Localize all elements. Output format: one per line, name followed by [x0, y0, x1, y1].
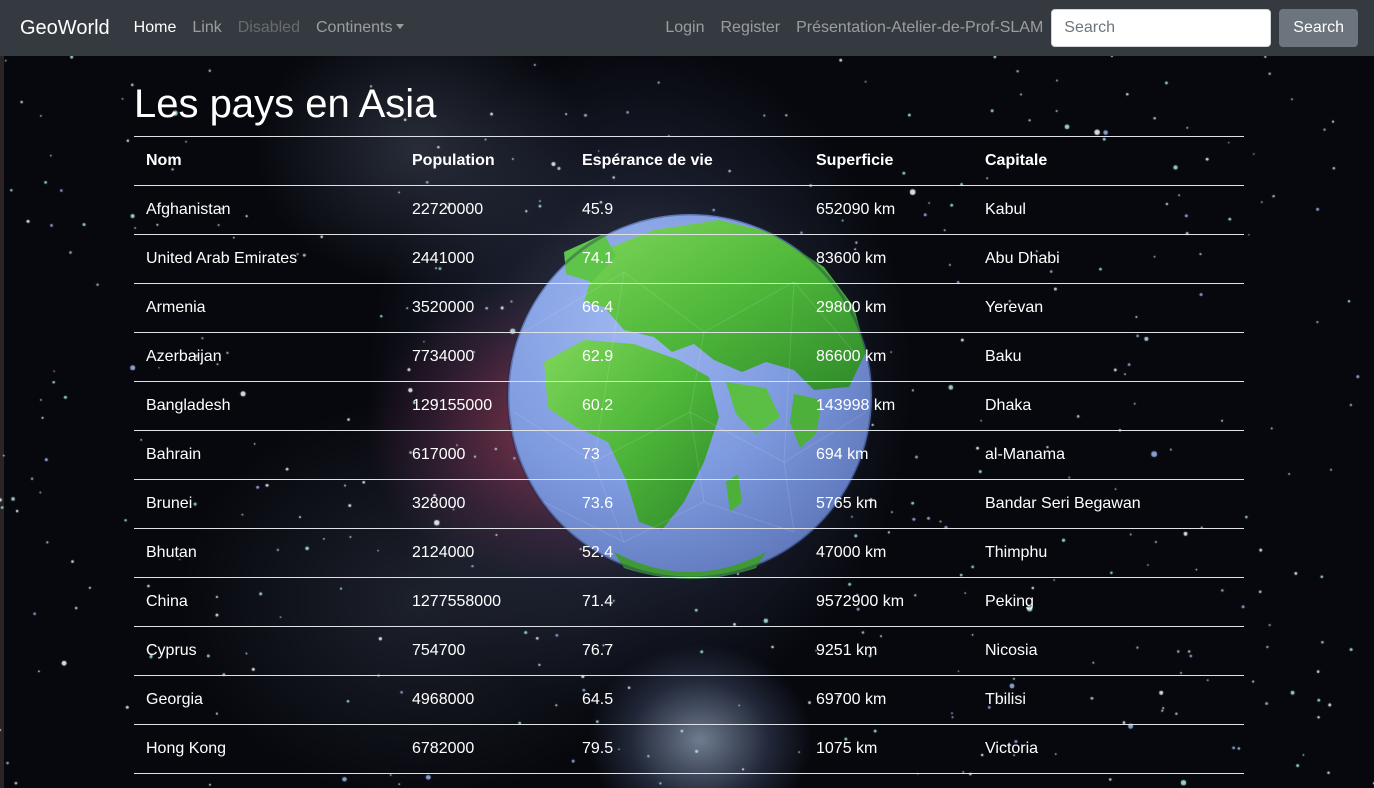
cell-capital: al-Manama — [973, 430, 1244, 480]
cell-name: Armenia — [134, 283, 400, 333]
main-content: Les pays en Asia Nom Population Espéranc… — [134, 56, 1244, 774]
cell-name: Hong Kong — [134, 724, 400, 774]
table-row: Georgia 4968000 64.5 69700 km Tbilisi — [134, 675, 1244, 725]
cell-life-expectancy: 73.6 — [570, 479, 804, 529]
table-row: Armenia 3520000 66.4 29800 km Yerevan — [134, 283, 1244, 333]
cell-capital: Victoria — [973, 724, 1244, 774]
cell-life-expectancy: 76.7 — [570, 626, 804, 676]
cell-life-expectancy: 52.4 — [570, 528, 804, 578]
nav-home[interactable]: Home — [134, 19, 177, 37]
table-row: Azerbaijan 7734000 62.9 86600 km Baku — [134, 332, 1244, 382]
cell-area: 86600 km — [804, 332, 973, 382]
search-button[interactable]: Search — [1279, 9, 1358, 47]
cell-population: 617000 — [400, 430, 570, 480]
table-row: Bahrain 617000 73 694 km al-Manama — [134, 430, 1244, 480]
cell-capital: Thimphu — [973, 528, 1244, 578]
cell-population: 3520000 — [400, 283, 570, 333]
table-body: Afghanistan 22720000 45.9 652090 km Kabul Uni… — [134, 185, 1244, 774]
cell-area: 83600 km — [804, 234, 973, 284]
cell-name: Azerbaijan — [134, 332, 400, 382]
cell-area: 29800 km — [804, 283, 973, 333]
table-header-row: Nom Population Espérance de vie Superfic… — [134, 136, 1244, 186]
cell-population: 4968000 — [400, 675, 570, 725]
cell-name: China — [134, 577, 400, 627]
nav-login[interactable]: Login — [665, 19, 704, 37]
search-input[interactable] — [1051, 9, 1272, 47]
cell-name: United Arab Emirates — [134, 234, 400, 284]
cell-name: Georgia — [134, 675, 400, 725]
cell-capital: Yerevan — [973, 283, 1244, 333]
page-title: Les pays en Asia — [134, 82, 437, 126]
cell-area: 5765 km — [804, 479, 973, 529]
table-row: Brunei 328000 73.6 5765 km Bandar Seri Begaw… — [134, 479, 1244, 529]
cell-capital: Bandar Seri Begawan — [973, 479, 1244, 529]
table-row: Bhutan 2124000 52.4 47000 km Thimphu — [134, 528, 1244, 578]
table-row: Cyprus 754700 76.7 9251 km Nicosia — [134, 626, 1244, 676]
cell-population: 6782000 — [400, 724, 570, 774]
cell-name: Bhutan — [134, 528, 400, 578]
cell-area: 1075 km — [804, 724, 973, 774]
cell-capital: Dhaka — [973, 381, 1244, 431]
cell-area: 47000 km — [804, 528, 973, 578]
cell-life-expectancy: 71.4 — [570, 577, 804, 627]
table-row: China 1277558000 71.4 9572900 km Peking — [134, 577, 1244, 627]
nav-continents-dropdown[interactable]: Continents — [316, 19, 405, 37]
cell-name: Bangladesh — [134, 381, 400, 431]
cell-name: Bahrain — [134, 430, 400, 480]
countries-table: Nom Population Espérance de vie Superfic… — [134, 136, 1244, 774]
cell-name: Brunei — [134, 479, 400, 529]
navbar: GeoWorld Home Link Disabled Continents L… — [0, 0, 1374, 56]
cell-capital: Baku — [973, 332, 1244, 382]
cell-capital: Peking — [973, 577, 1244, 627]
cell-life-expectancy: 45.9 — [570, 185, 804, 235]
cell-population: 754700 — [400, 626, 570, 676]
cell-area: 9251 km — [804, 626, 973, 676]
cell-area: 9572900 km — [804, 577, 973, 627]
cell-life-expectancy: 74.1 — [570, 234, 804, 284]
cell-area: 69700 km — [804, 675, 973, 725]
table-row: Afghanistan 22720000 45.9 652090 km Kabul — [134, 185, 1244, 235]
column-header-name: Nom — [134, 136, 400, 186]
cell-population: 328000 — [400, 479, 570, 529]
brand-logo[interactable]: GeoWorld — [20, 17, 110, 40]
cell-area: 694 km — [804, 430, 973, 480]
nav-disabled: Disabled — [237, 19, 300, 36]
table-row: United Arab Emirates 2441000 74.1 83600 km A… — [134, 234, 1244, 284]
cell-population: 7734000 — [400, 332, 570, 382]
table-row: Hong Kong 6782000 79.5 1075 km Victoria — [134, 724, 1244, 774]
cell-population: 1277558000 — [400, 577, 570, 627]
cell-life-expectancy: 73 — [570, 430, 804, 480]
cell-capital: Nicosia — [973, 626, 1244, 676]
cell-life-expectancy: 79.5 — [570, 724, 804, 774]
nav-register[interactable]: Register — [721, 19, 781, 37]
cell-population: 2441000 — [400, 234, 570, 284]
cell-population: 22720000 — [400, 185, 570, 235]
nav-presentation[interactable]: Présentation-Atelier-de-Prof-SLAM — [796, 19, 1043, 37]
cell-capital: Tbilisi — [973, 675, 1244, 725]
cell-area: 143998 km — [804, 381, 973, 431]
cell-population: 129155000 — [400, 381, 570, 431]
column-header-life-expectancy: Espérance de vie — [570, 136, 804, 186]
cell-name: Afghanistan — [134, 185, 400, 235]
cell-life-expectancy: 64.5 — [570, 675, 804, 725]
column-header-capital: Capitale — [973, 136, 1244, 186]
cell-capital: Abu Dhabi — [973, 234, 1244, 284]
nav-link[interactable]: Link — [192, 19, 221, 37]
table-row: Bangladesh 129155000 60.2 143998 km Dhaka — [134, 381, 1244, 431]
chevron-down-icon — [396, 24, 405, 29]
cell-life-expectancy: 62.9 — [570, 332, 804, 382]
cell-life-expectancy: 60.2 — [570, 381, 804, 431]
column-header-area: Superficie — [804, 136, 973, 186]
cell-life-expectancy: 66.4 — [570, 283, 804, 333]
cell-name: Cyprus — [134, 626, 400, 676]
cell-area: 652090 km — [804, 185, 973, 235]
cell-capital: Kabul — [973, 185, 1244, 235]
cell-population: 2124000 — [400, 528, 570, 578]
column-header-population: Population — [400, 136, 570, 186]
nav-continents-label: Continents — [315, 19, 393, 36]
